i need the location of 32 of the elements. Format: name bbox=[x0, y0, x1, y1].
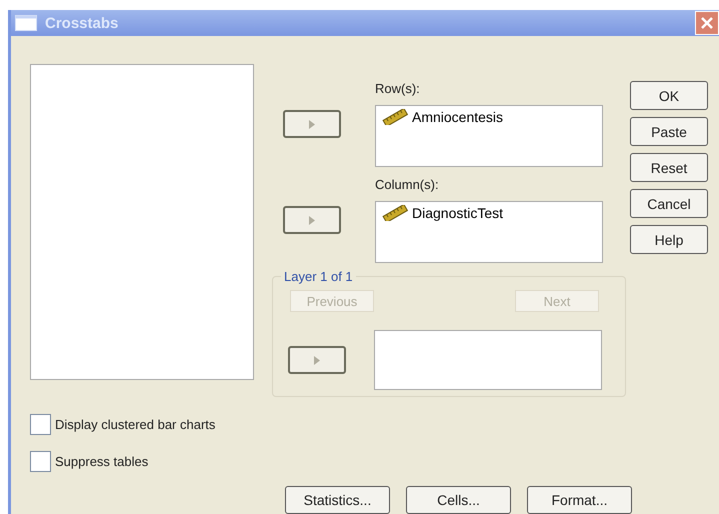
checkbox-label: Display clustered bar charts bbox=[55, 417, 216, 432]
arrow-icon bbox=[309, 120, 315, 128]
dialog-button[interactable]: Cells... bbox=[406, 486, 511, 514]
ruler-icon bbox=[382, 109, 408, 125]
field-label: Row(s): bbox=[375, 81, 421, 98]
checkbox-label: Suppress tables bbox=[55, 454, 148, 469]
layer-label: Layer 1 of 1 bbox=[283, 269, 354, 284]
arrow-icon bbox=[314, 356, 320, 364]
dialog-button[interactable]: Cancel bbox=[630, 189, 708, 218]
close-button[interactable] bbox=[695, 11, 719, 35]
dialog-button[interactable]: OK bbox=[630, 81, 708, 110]
checkbox[interactable] bbox=[30, 451, 51, 472]
checkbox[interactable] bbox=[30, 414, 51, 435]
dialog-button[interactable]: Paste bbox=[630, 117, 708, 146]
ruler-icon bbox=[382, 205, 408, 221]
move-arrow-button[interactable] bbox=[283, 110, 341, 138]
dialog-button[interactable]: Format... bbox=[527, 486, 632, 514]
dialog-button[interactable]: Statistics... bbox=[285, 486, 390, 514]
move-arrow-button[interactable] bbox=[283, 206, 341, 234]
variable-item[interactable]: Amniocentesis bbox=[412, 109, 504, 125]
arrow-icon bbox=[309, 216, 315, 224]
dialog-button[interactable]: Reset bbox=[630, 153, 708, 182]
move-arrow-button[interactable] bbox=[288, 346, 346, 374]
close-icon bbox=[701, 17, 713, 29]
layer-list-box[interactable] bbox=[374, 330, 602, 390]
field-label: Column(s): bbox=[375, 177, 440, 194]
variable-list-box[interactable]: DiagnosticTest bbox=[375, 201, 603, 263]
window-title: Crosstabs bbox=[45, 14, 120, 32]
window-icon bbox=[15, 15, 37, 31]
variable-list-box[interactable]: Amniocentesis bbox=[375, 105, 603, 167]
variable-item[interactable]: DiagnosticTest bbox=[412, 205, 504, 221]
dialog-button[interactable]: Help bbox=[630, 225, 708, 254]
